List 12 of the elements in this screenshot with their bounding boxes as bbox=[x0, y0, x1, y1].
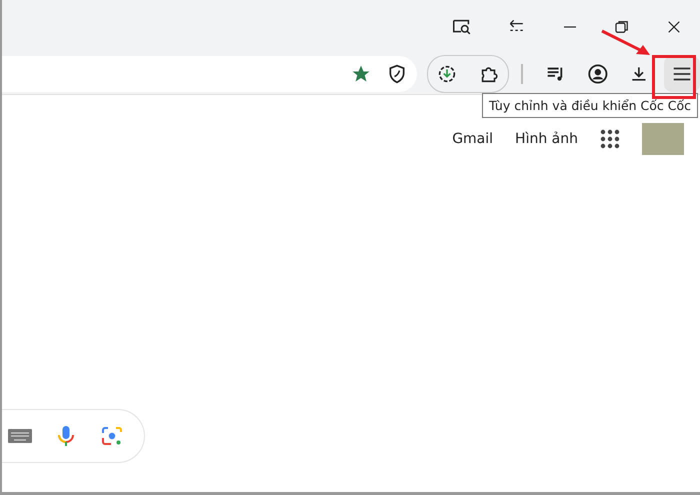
profile-icon[interactable] bbox=[586, 63, 609, 85]
page-link[interactable]: Gmail bbox=[452, 131, 494, 147]
star-icon[interactable] bbox=[351, 64, 372, 84]
page-link[interactable]: Hình ảnh bbox=[515, 131, 578, 147]
keyboard-icon[interactable] bbox=[8, 428, 32, 444]
restore-icon[interactable] bbox=[613, 18, 631, 36]
search-box[interactable] bbox=[2, 409, 145, 463]
camera-search-icon[interactable] bbox=[100, 424, 124, 448]
apps-grid-icon[interactable] bbox=[600, 129, 620, 149]
tooltip: Tùy chỉnh và điều khiển Cốc Cốc bbox=[482, 93, 698, 118]
shield-icon[interactable] bbox=[387, 64, 408, 84]
annotation-arrow bbox=[600, 29, 652, 57]
